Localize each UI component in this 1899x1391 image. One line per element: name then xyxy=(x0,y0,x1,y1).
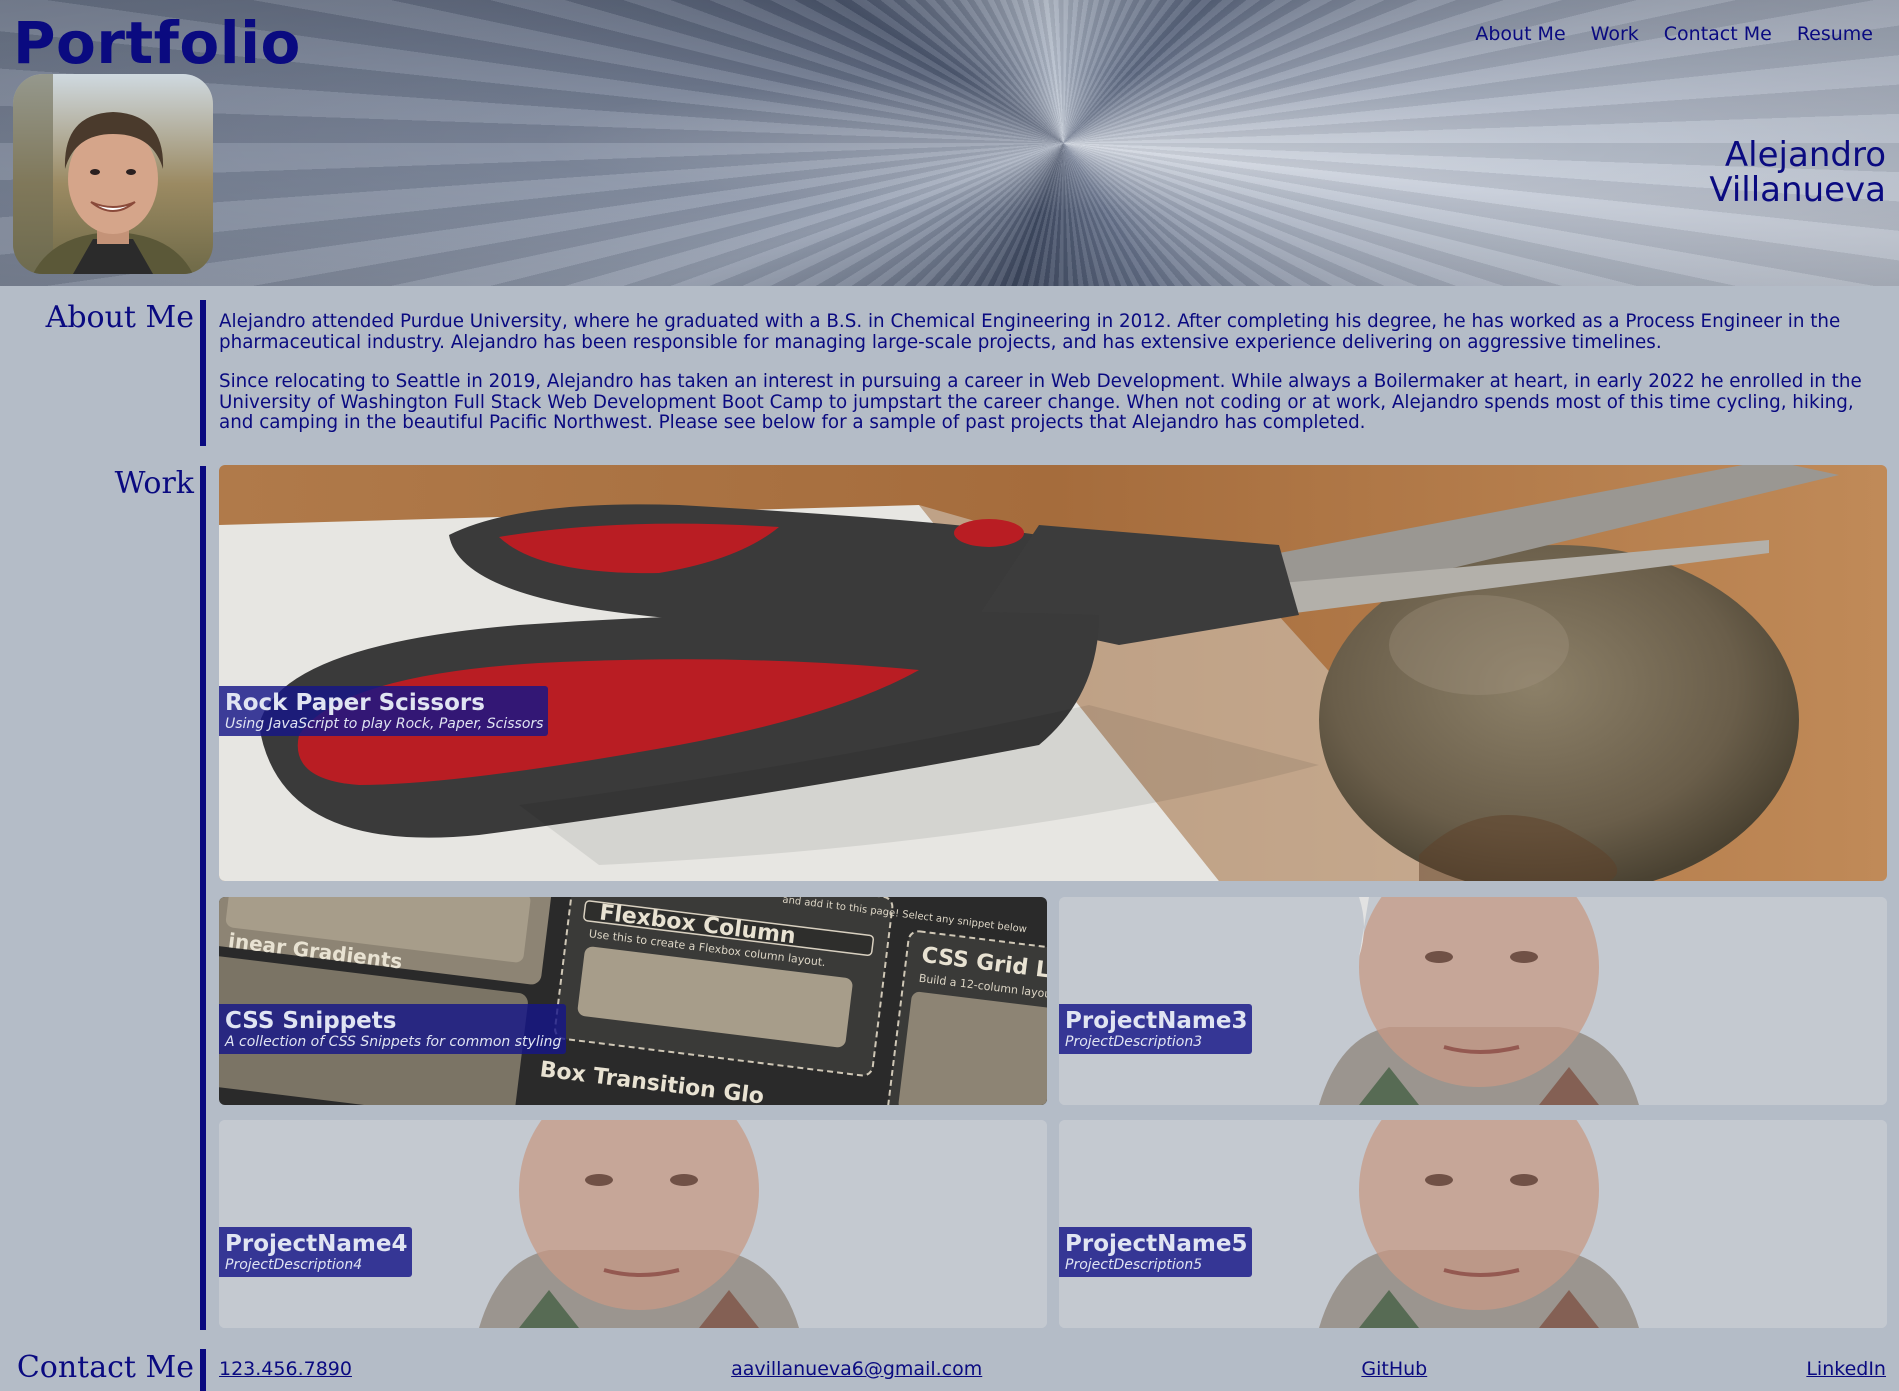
css-snippets-screenshot: Flexbox Column Use this to create a Flex… xyxy=(219,897,1047,1105)
project-caption: ProjectName3 ProjectDescription3 xyxy=(1059,1004,1253,1054)
about-paragraph-2: Since relocating to Seattle in 2019, Ale… xyxy=(219,371,1862,433)
contact-github-link[interactable]: GitHub xyxy=(1361,1358,1427,1380)
site-header: Portfolio About Me Work Contact Me Resum… xyxy=(0,0,1899,286)
project-title[interactable]: CSS Snippets xyxy=(225,1008,561,1034)
contact-divider xyxy=(200,1349,206,1391)
work-divider xyxy=(200,466,206,1330)
project-description: A collection of CSS Snippets for common … xyxy=(225,1034,562,1050)
work-heading: Work xyxy=(114,466,194,501)
project-caption: CSS Snippets A collection of CSS Snippet… xyxy=(219,1004,567,1054)
project-caption: ProjectName5 ProjectDescription5 xyxy=(1059,1227,1253,1277)
scissors-rock-photo xyxy=(219,465,1887,881)
portrait-photo xyxy=(1059,1120,1887,1328)
nav-link-contact-me[interactable]: Contact Me xyxy=(1664,23,1772,45)
nav-link-resume[interactable]: Resume xyxy=(1797,23,1873,45)
project-title[interactable]: Rock Paper Scissors xyxy=(225,690,543,716)
project-caption: Rock Paper Scissors Using JavaScript to … xyxy=(219,686,549,736)
portrait-photo xyxy=(1059,897,1887,1105)
project-card-5[interactable]: ProjectName5 ProjectDescription5 xyxy=(1059,1120,1887,1328)
profile-photo xyxy=(13,74,213,274)
project-card-4[interactable]: ProjectName4 ProjectDescription4 xyxy=(219,1120,1047,1328)
about-body: Alejandro attended Purdue University, wh… xyxy=(219,311,1879,453)
owner-last-name: Villanueva xyxy=(1709,170,1886,210)
project-caption: ProjectName4 ProjectDescription4 xyxy=(219,1227,413,1277)
about-heading: About Me xyxy=(45,300,194,335)
project-description: ProjectDescription5 xyxy=(1065,1257,1203,1273)
owner-first-name: Alejandro xyxy=(1724,135,1886,175)
contact-phone-link[interactable]: 123.456.7890 xyxy=(219,1358,352,1380)
about-paragraph-1: Alejandro attended Purdue University, wh… xyxy=(219,311,1841,353)
project-description: ProjectDescription3 xyxy=(1065,1034,1203,1050)
contact-email-link[interactable]: aavillanueva6@gmail.com xyxy=(731,1358,982,1380)
project-description: Using JavaScript to play Rock, Paper, Sc… xyxy=(225,716,544,732)
contact-heading: Contact Me xyxy=(16,1350,194,1385)
nav-link-work[interactable]: Work xyxy=(1591,23,1639,45)
project-title[interactable]: ProjectName4 xyxy=(225,1231,407,1257)
project-title[interactable]: ProjectName5 xyxy=(1065,1231,1247,1257)
project-card-rock-paper-scissors[interactable]: Rock Paper Scissors Using JavaScript to … xyxy=(219,465,1887,881)
contact-links: 123.456.7890 aavillanueva6@gmail.com Git… xyxy=(219,1358,1886,1380)
project-description: ProjectDescription4 xyxy=(225,1257,363,1273)
site-title: Portfolio xyxy=(13,9,301,77)
owner-name: Alejandro Villanueva xyxy=(1709,138,1886,208)
project-title[interactable]: ProjectName3 xyxy=(1065,1008,1247,1034)
about-divider xyxy=(200,300,206,446)
portrait-photo xyxy=(219,1120,1047,1328)
nav-link-about-me[interactable]: About Me xyxy=(1475,23,1565,45)
main-nav: About Me Work Contact Me Resume xyxy=(1475,23,1873,45)
project-card-css-snippets[interactable]: Flexbox Column Use this to create a Flex… xyxy=(219,897,1047,1105)
project-card-3[interactable]: ProjectName3 ProjectDescription3 xyxy=(1059,897,1887,1105)
contact-linkedin-link[interactable]: LinkedIn xyxy=(1806,1358,1886,1380)
